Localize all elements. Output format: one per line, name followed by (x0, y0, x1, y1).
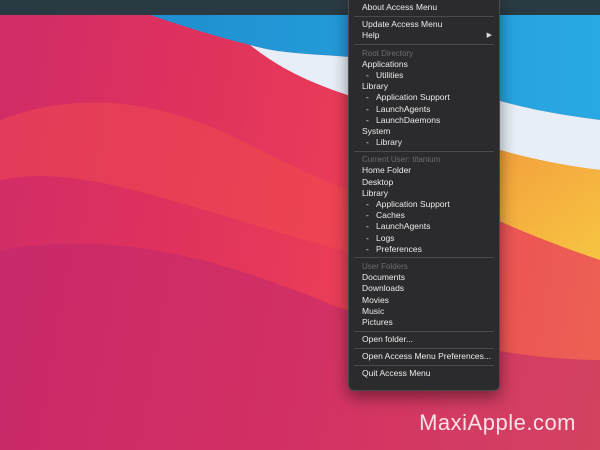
menu-item-label: About Access Menu (362, 2, 438, 12)
wallpaper-waves (0, 15, 600, 450)
menu-item-movies[interactable]: Movies (349, 295, 499, 306)
dash-glyph: - (366, 114, 369, 125)
menu-separator (354, 44, 494, 46)
section-header-root: Root Directory (362, 48, 414, 58)
dash-glyph: - (366, 137, 369, 148)
menu-item-label: Applications (362, 58, 408, 69)
menu-item-preferences[interactable]: - Preferences (349, 244, 499, 255)
menu-item-user-library[interactable]: Library (349, 188, 499, 199)
menu-item-desktop[interactable]: Desktop (349, 177, 499, 188)
menu-item-system[interactable]: System (349, 126, 499, 137)
menu-item-user-application-support[interactable]: - Application Support (349, 199, 499, 210)
menu-item-label: Documents (362, 272, 405, 283)
menu-item-launch-agents[interactable]: - LaunchAgents (349, 104, 499, 115)
dash-glyph: - (366, 199, 369, 209)
menu-item-update[interactable]: Update Access Menu (349, 19, 499, 30)
menu-separator (354, 330, 494, 332)
menu-item-library[interactable]: Library (349, 81, 499, 92)
submenu-arrow-icon: ▶ (486, 32, 492, 40)
menu-item-label: Open folder... (362, 334, 414, 345)
menu-item-music[interactable]: Music (349, 306, 499, 317)
menu-separator (354, 364, 494, 366)
dash-glyph: - (366, 103, 369, 114)
menu-item-label: Movies (362, 294, 389, 305)
menu-item-label: Downloads (362, 283, 405, 294)
menu-item-launch-daemons[interactable]: - LaunchDaemons (349, 115, 499, 126)
desktop-wallpaper: MaxiApple.com (0, 0, 600, 450)
menu-item-quit[interactable]: Quit Access Menu (349, 368, 499, 379)
dash-glyph: - (366, 92, 369, 103)
menu-item-application-support[interactable]: - Application Support (349, 92, 499, 103)
menu-item-label: Home Folder (362, 165, 412, 176)
menu-separator (354, 150, 494, 152)
menu-item-caches[interactable]: - Caches (349, 210, 499, 221)
menu-bar (0, 0, 600, 15)
menu-item-label: Caches (376, 210, 405, 221)
menu-item-label: System (362, 125, 391, 136)
menu-item-label: Update Access Menu (362, 19, 443, 30)
menu-item-label: Help (362, 30, 380, 41)
menu-item-system-library[interactable]: - Library (349, 137, 499, 148)
menu-item-help[interactable]: Help ▶ (349, 30, 499, 41)
menu-item-logs[interactable]: - Logs (349, 233, 499, 244)
menu-item-label: Open Access Menu Preferences... (362, 351, 491, 362)
section-header-current-user: Current User: titanium (362, 155, 441, 165)
menu-item-open-folder[interactable]: Open folder... (349, 334, 499, 345)
dash-glyph: - (366, 210, 369, 221)
menu-item-utilities[interactable]: - Utilities (349, 70, 499, 81)
menu-item-label: LaunchDaemons (376, 114, 441, 125)
menu-item-label: Desktop (362, 176, 394, 187)
dash-glyph: - (366, 232, 369, 243)
menu-separator (354, 15, 494, 17)
menu-item-label: Library (376, 137, 402, 148)
menu-item-label: Utilities (376, 69, 404, 80)
watermark: MaxiApple.com (419, 410, 576, 435)
menu-item-label: Library (362, 187, 388, 198)
access-menu-dropdown: About Access Menu Update Access Menu Hel… (348, 0, 500, 391)
menu-item-about[interactable]: About Access Menu (349, 2, 499, 13)
menu-item-label: Logs (376, 232, 395, 243)
section-header-user-folders: User Folders (362, 261, 408, 271)
menu-item-label: Quit Access Menu (362, 368, 431, 379)
menu-item-label: Application Support (376, 199, 450, 209)
menu-item-documents[interactable]: Documents (349, 272, 499, 283)
menu-item-applications[interactable]: Applications (349, 59, 499, 70)
dash-glyph: - (366, 243, 369, 254)
menu-item-user-launch-agents[interactable]: - LaunchAgents (349, 221, 499, 232)
menu-item-pictures[interactable]: Pictures (349, 317, 499, 328)
dash-glyph: - (366, 69, 369, 80)
menu-item-downloads[interactable]: Downloads (349, 283, 499, 294)
menu-item-label: Music (362, 305, 385, 316)
menu-item-label: Application Support (376, 92, 450, 103)
menu-item-label: Library (362, 81, 388, 92)
menu-item-open-preferences[interactable]: Open Access Menu Preferences... (349, 351, 499, 362)
menu-item-home-folder[interactable]: Home Folder (349, 165, 499, 176)
menu-separator (354, 257, 494, 259)
menu-separator (354, 347, 494, 349)
menu-item-label: LaunchAgents (376, 221, 431, 232)
menu-item-label: Pictures (362, 316, 393, 327)
menu-item-label: Preferences (376, 243, 422, 254)
dash-glyph: - (366, 221, 369, 232)
menu-item-label: LaunchAgents (376, 103, 431, 114)
